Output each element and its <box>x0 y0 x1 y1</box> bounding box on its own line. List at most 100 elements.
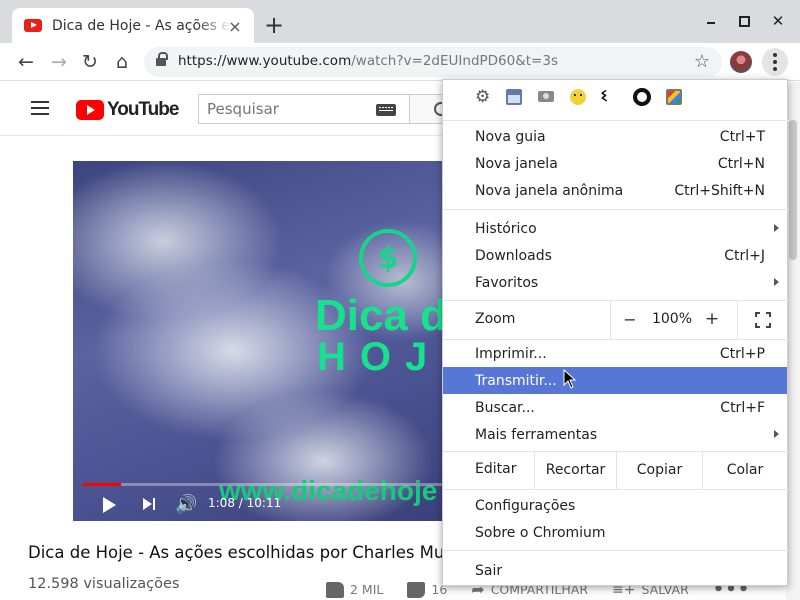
video-title: Dica de Hoje - As ações escolhidas por C… <box>28 543 496 562</box>
keyboard-icon[interactable] <box>376 104 396 116</box>
menu-item-bookmarks[interactable]: Favoritos <box>443 269 787 296</box>
menu-item-print[interactable]: Imprimir... Ctrl+P <box>443 340 787 367</box>
menu-item-shortcut: Ctrl+J <box>724 247 765 264</box>
url-path: /watch?v=2dEUIndPD60&t=3s <box>351 53 558 69</box>
video-progress-fill <box>83 483 122 486</box>
menu-item-shortcut: Ctrl+Shift+N <box>674 182 765 199</box>
menu-item-shortcut: Ctrl+F <box>720 399 765 416</box>
menu-zoom-row: Zoom − 100% + <box>443 301 787 339</box>
copy-button[interactable]: Copiar <box>616 451 702 489</box>
menu-item-label: Downloads <box>475 247 552 264</box>
new-tab-button[interactable]: + <box>262 12 286 38</box>
youtube-favicon-icon <box>24 19 42 32</box>
browser-tab[interactable]: Dica de Hoje - As ações escolhidas por C… <box>12 8 254 43</box>
menu-item-label: Buscar... <box>475 399 535 416</box>
paste-button[interactable]: Colar <box>702 451 787 489</box>
view-count: 12.598 visualizações <box>28 576 180 592</box>
fullscreen-icon[interactable] <box>737 301 788 339</box>
window-minimize-button[interactable] <box>700 10 722 32</box>
tab-close-icon[interactable]: × <box>226 17 244 36</box>
dollar-coin-icon: $ <box>359 229 417 287</box>
video-progress-bar[interactable] <box>83 483 443 486</box>
window-close-button[interactable]: ✕ <box>767 10 789 32</box>
menu-item-label: Mais ferramentas <box>475 426 598 443</box>
like-icon[interactable] <box>326 581 344 598</box>
menu-item-label: Nova guia <box>475 128 546 145</box>
tab-strip: Dica de Hoje - As ações escolhidas por C… <box>0 0 800 43</box>
menu-item-history[interactable]: Histórico <box>443 215 787 242</box>
menu-item-shortcut: Ctrl+T <box>719 128 765 145</box>
time-total: 10:11 <box>246 496 282 510</box>
browser-app-menu: ⚙ ଽ Nova guia Ctrl+T Nova janela Ctrl+N … <box>442 79 789 586</box>
play-icon[interactable] <box>103 497 116 513</box>
cut-button[interactable]: Recortar <box>534 451 616 489</box>
forward-button[interactable]: → <box>46 49 72 75</box>
menu-item-find[interactable]: Buscar... Ctrl+F <box>443 394 787 421</box>
bookmark-star-icon[interactable]: ☆ <box>694 51 710 72</box>
edit-label: Editar <box>475 461 517 477</box>
menu-item-label: Sobre o Chromium <box>475 524 606 541</box>
youtube-logo[interactable]: YouTube <box>76 99 179 121</box>
lock-icon[interactable] <box>156 52 168 68</box>
address-bar[interactable]: https://www.youtube.com/watch?v=2dEUIndP… <box>144 47 722 77</box>
menu-item-label: Configurações <box>475 497 576 514</box>
menu-item-label: Transmitir... <box>475 372 557 389</box>
zoom-controls: − 100% + <box>610 301 787 339</box>
menu-item-downloads[interactable]: Downloads Ctrl+J <box>443 242 787 269</box>
zoom-out-button[interactable]: − <box>621 310 639 329</box>
zoom-in-button[interactable]: + <box>703 309 721 329</box>
time-separator: / <box>234 496 247 510</box>
youtube-search-box <box>198 94 410 124</box>
menu-item-cast[interactable]: Transmitir... <box>443 367 787 394</box>
menu-separator <box>443 550 789 551</box>
extensions-row: ⚙ ଽ <box>443 80 789 116</box>
extension-camera-icon[interactable] <box>538 91 554 102</box>
page-scrollbar[interactable] <box>786 82 800 600</box>
url-text[interactable]: https://www.youtube.com/watch?v=2dEUIndP… <box>178 53 558 69</box>
menu-item-more-tools[interactable]: Mais ferramentas <box>443 421 787 448</box>
next-video-icon[interactable] <box>143 497 157 511</box>
menu-item-label: Histórico <box>475 220 537 237</box>
browser-menu-button[interactable] <box>762 48 788 76</box>
menu-item-incognito-window[interactable]: Nova janela anônima Ctrl+Shift+N <box>443 177 787 204</box>
extension-ring-icon[interactable] <box>633 88 651 106</box>
menu-item-settings[interactable]: Configurações <box>443 492 787 519</box>
menu-item-label: Nova janela anônima <box>475 182 624 199</box>
video-brand-line2: HOJE <box>317 335 443 379</box>
menu-item-new-tab[interactable]: Nova guia Ctrl+T <box>443 123 787 150</box>
menu-item-about[interactable]: Sobre o Chromium <box>443 519 787 546</box>
extension-window-icon[interactable] <box>506 89 522 105</box>
reload-button[interactable]: ↻ <box>77 49 103 75</box>
back-button[interactable]: ← <box>13 49 39 75</box>
menu-item-exit[interactable]: Sair <box>443 557 787 584</box>
hamburger-menu-icon[interactable] <box>31 101 49 115</box>
extension-gnome-icon[interactable]: ଽ <box>601 87 617 105</box>
zoom-label: Zoom <box>475 311 516 327</box>
video-controls: 🔊 1:08 / 10:11 <box>73 487 443 521</box>
dislike-icon[interactable] <box>407 581 426 598</box>
scrollbar-thumb[interactable] <box>789 120 797 260</box>
submenu-arrow-icon <box>774 224 779 232</box>
youtube-search-input[interactable] <box>207 100 367 118</box>
window-maximize-button[interactable] <box>733 10 755 32</box>
submenu-arrow-icon <box>774 430 779 438</box>
menu-edit-row: Editar Recortar Copiar Colar <box>443 451 787 489</box>
menu-separator <box>443 489 789 490</box>
extension-screenshot-icon[interactable] <box>666 89 682 105</box>
menu-item-label: Sair <box>475 562 503 579</box>
youtube-play-logo-icon <box>76 100 104 120</box>
menu-separator <box>443 209 789 210</box>
profile-avatar[interactable] <box>730 51 752 73</box>
browser-toolbar: ← → ↻ ⌂ https://www.youtube.com/watch?v=… <box>0 43 800 81</box>
home-button[interactable]: ⌂ <box>109 49 135 75</box>
like-count[interactable]: 2 MIL <box>350 582 383 597</box>
menu-item-shortcut: Ctrl+P <box>719 345 765 362</box>
video-player[interactable]: $ Dica de HOJE www.dicadehoje 🔊 1:08 / 1… <box>73 161 443 521</box>
extension-gear-icon[interactable]: ⚙ <box>475 88 493 106</box>
menu-item-label: Imprimir... <box>475 345 547 362</box>
extension-emoji-icon[interactable] <box>570 89 586 105</box>
volume-icon[interactable]: 🔊 <box>175 494 197 515</box>
video-brand-line1: Dica de <box>315 291 443 340</box>
menu-item-new-window[interactable]: Nova janela Ctrl+N <box>443 150 787 177</box>
menu-item-label: Nova janela <box>475 155 558 172</box>
